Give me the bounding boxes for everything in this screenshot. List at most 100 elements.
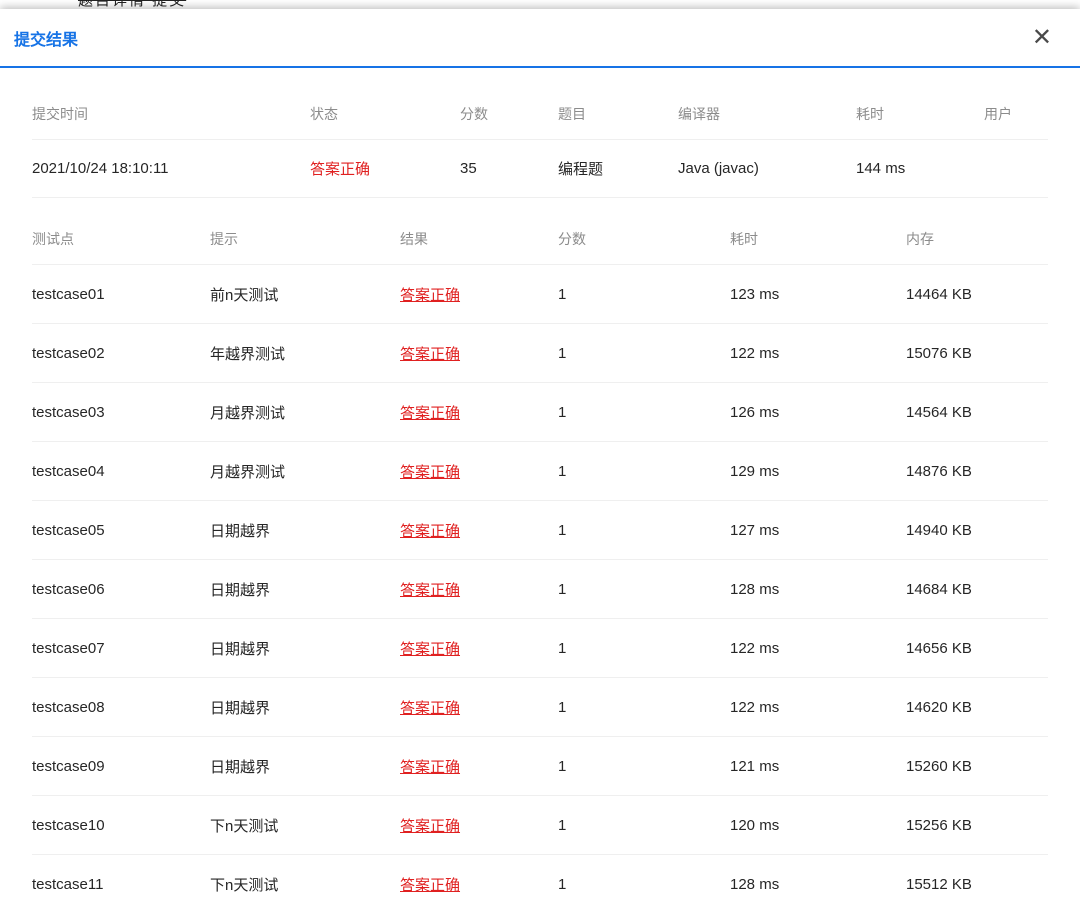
testcase-time: 126 ms [730,382,906,442]
testcase-score: 1 [558,500,730,560]
testcase-score: 1 [558,736,730,796]
modal-title: 提交结果 [14,31,79,49]
testcase-result-link[interactable]: 答案正确 [400,464,460,481]
testcase-header-score: 分数 [558,214,730,265]
testcase-time: 121 ms [730,736,906,796]
testcase-name: testcase07 [32,618,210,678]
testcase-result-link[interactable]: 答案正确 [400,759,460,776]
testcase-memory: 15512 KB [906,854,1048,906]
testcase-time: 129 ms [730,441,906,501]
testcase-row: testcase09 日期越界 答案正确 1 121 ms 15260 KB [32,736,1048,796]
testcase-header-name: 测试点 [32,214,210,265]
testcase-time: 120 ms [730,795,906,855]
testcase-hint: 日期越界 [210,618,400,678]
testcase-header-row: 测试点 提示 结果 分数 耗时 内存 [32,214,1048,265]
testcase-memory: 15076 KB [906,323,1048,383]
summary-header-problem: 题目 [558,90,678,140]
modal-header: 提交结果 ✕ [0,9,1080,68]
testcase-time: 122 ms [730,677,906,737]
testcase-memory: 14620 KB [906,677,1048,737]
summary-header-elapsed: 耗时 [856,90,984,140]
testcase-memory: 14464 KB [906,264,1048,324]
testcase-result: 答案正确 [400,441,558,501]
summary-status: 答案正确 [310,139,460,198]
testcase-row: testcase07 日期越界 答案正确 1 122 ms 14656 KB [32,618,1048,678]
testcase-memory: 14684 KB [906,559,1048,619]
submission-summary-table: 提交时间 状态 分数 题目 编译器 耗时 用户 2021/10/24 18:10… [32,90,1048,198]
testcase-table-body: testcase01 前n天测试 答案正确 1 123 ms 14464 KB … [32,264,1048,906]
testcase-score: 1 [558,264,730,324]
testcase-score: 1 [558,441,730,501]
testcase-result: 答案正确 [400,854,558,906]
summary-row: 2021/10/24 18:10:11 答案正确 35 编程题 Java (ja… [32,139,1048,198]
testcase-time: 123 ms [730,264,906,324]
testcase-memory: 14940 KB [906,500,1048,560]
testcase-score: 1 [558,795,730,855]
testcase-header-memory: 内存 [906,214,1048,265]
summary-header-score: 分数 [460,90,558,140]
testcase-table: 测试点 提示 结果 分数 耗时 内存 testcase01 前n天测试 答案正确… [32,214,1048,906]
testcase-result: 答案正确 [400,382,558,442]
testcase-score: 1 [558,618,730,678]
testcase-name: testcase06 [32,559,210,619]
testcase-name: testcase08 [32,677,210,737]
testcase-name: testcase01 [32,264,210,324]
testcase-header-hint: 提示 [210,214,400,265]
testcase-row: testcase02 年越界测试 答案正确 1 122 ms 15076 KB [32,323,1048,383]
background-page-text: 题目详情 提交 [78,0,187,9]
testcase-score: 1 [558,559,730,619]
testcase-hint: 下n天测试 [210,854,400,906]
summary-header-user: 用户 [984,90,1048,140]
summary-elapsed: 144 ms [856,139,984,198]
testcase-name: testcase05 [32,500,210,560]
testcase-row: testcase05 日期越界 答案正确 1 127 ms 14940 KB [32,500,1048,560]
testcase-score: 1 [558,382,730,442]
testcase-hint: 月越界测试 [210,441,400,501]
testcase-result-link[interactable]: 答案正确 [400,287,460,304]
summary-header-row: 提交时间 状态 分数 题目 编译器 耗时 用户 [32,90,1048,140]
summary-problem: 编程题 [558,139,678,198]
testcase-hint: 年越界测试 [210,323,400,383]
testcase-name: testcase10 [32,795,210,855]
testcase-result-link[interactable]: 答案正确 [400,523,460,540]
summary-header-status: 状态 [310,90,460,140]
testcase-score: 1 [558,677,730,737]
testcase-time: 122 ms [730,323,906,383]
testcase-hint: 前n天测试 [210,264,400,324]
summary-user [984,139,1048,198]
testcase-result: 答案正确 [400,618,558,678]
testcase-result-link[interactable]: 答案正确 [400,405,460,422]
submission-result-modal: 提交结果 ✕ 提交时间 状态 分数 题目 编译器 耗时 用户 2021/10/2… [0,9,1080,906]
testcase-result-link[interactable]: 答案正确 [400,818,460,835]
close-icon[interactable]: ✕ [1026,24,1058,52]
testcase-header-result: 结果 [400,214,558,265]
modal-body: 提交时间 状态 分数 题目 编译器 耗时 用户 2021/10/24 18:10… [0,68,1080,906]
testcase-result: 答案正确 [400,500,558,560]
testcase-result-link[interactable]: 答案正确 [400,877,460,894]
testcase-memory: 15260 KB [906,736,1048,796]
testcase-name: testcase11 [32,854,210,906]
testcase-memory: 15256 KB [906,795,1048,855]
testcase-row: testcase10 下n天测试 答案正确 1 120 ms 15256 KB [32,795,1048,855]
testcase-result-link[interactable]: 答案正确 [400,346,460,363]
summary-header-compiler: 编译器 [678,90,856,140]
testcase-result-link[interactable]: 答案正确 [400,700,460,717]
testcase-hint: 下n天测试 [210,795,400,855]
testcase-result: 答案正确 [400,677,558,737]
summary-time: 2021/10/24 18:10:11 [32,139,310,198]
testcase-memory: 14876 KB [906,441,1048,501]
testcase-hint: 日期越界 [210,559,400,619]
background-page-strip: 题目详情 提交 [0,0,1080,9]
summary-header-time: 提交时间 [32,90,310,140]
testcase-hint: 日期越界 [210,500,400,560]
testcase-score: 1 [558,854,730,906]
testcase-result-link[interactable]: 答案正确 [400,582,460,599]
testcase-hint: 月越界测试 [210,382,400,442]
testcase-memory: 14656 KB [906,618,1048,678]
testcase-name: testcase02 [32,323,210,383]
testcase-row: testcase11 下n天测试 答案正确 1 128 ms 15512 KB [32,854,1048,906]
testcase-name: testcase04 [32,441,210,501]
summary-compiler: Java (javac) [678,139,856,198]
testcase-result-link[interactable]: 答案正确 [400,641,460,658]
testcase-result: 答案正确 [400,795,558,855]
